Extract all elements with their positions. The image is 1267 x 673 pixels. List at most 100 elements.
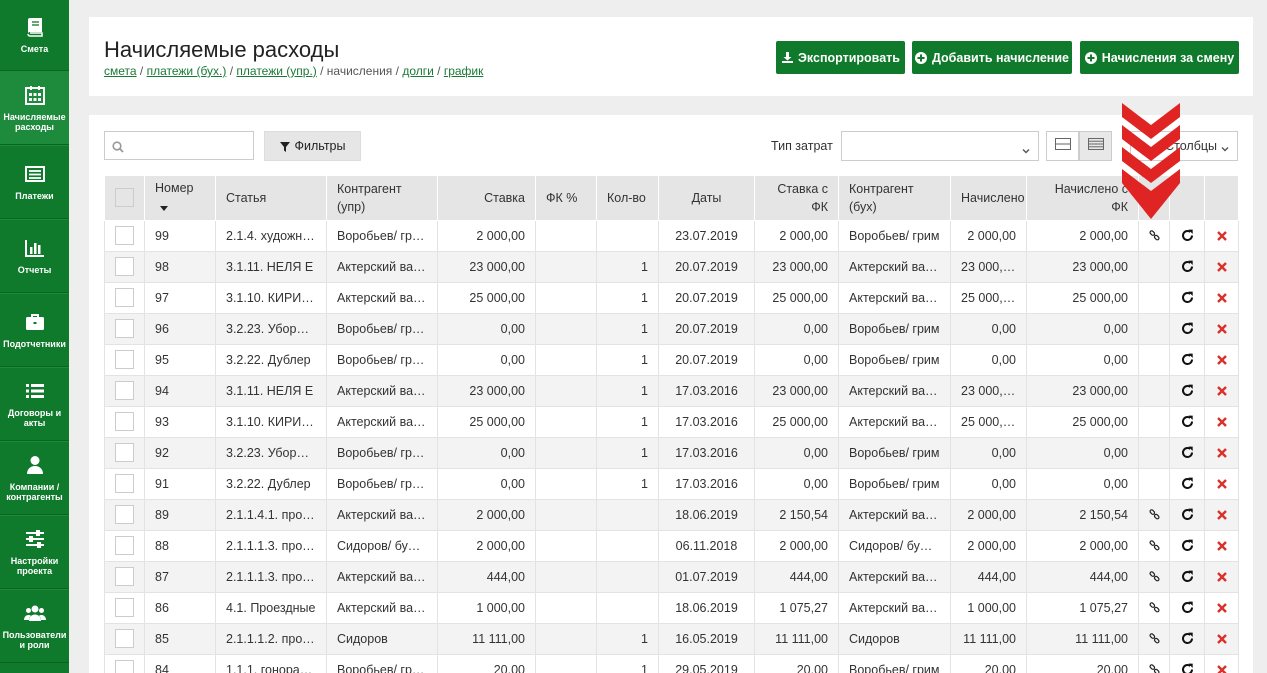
filters-button[interactable]: Фильтры xyxy=(264,131,361,161)
sidebar-item-payments[interactable]: Платежи xyxy=(0,145,69,219)
cost-type-select[interactable] xyxy=(841,131,1039,161)
delete-icon[interactable] xyxy=(1215,663,1229,673)
row-checkbox[interactable] xyxy=(115,660,134,673)
breadcrumb-link-payments-buh[interactable]: платежи (бух.) xyxy=(147,64,227,78)
table-row[interactable]: 91 3.2.22. Дублер Воробьев/ грим 0,00 1 17.03… xyxy=(104,467,1239,500)
header-fk[interactable]: ФК % xyxy=(535,176,597,221)
header-article[interactable]: Статья xyxy=(215,176,327,221)
row-checkbox[interactable] xyxy=(115,257,134,276)
table-row[interactable]: 86 4.1. Проездные Актерский вагон 1 000,00 1… xyxy=(104,591,1239,624)
export-button[interactable]: Экспортировать xyxy=(776,41,905,74)
table-row[interactable]: 92 3.2.23. Уборщица Воробьев/ грим 0,00 1 17.… xyxy=(104,436,1239,469)
header-dates[interactable]: Даты xyxy=(658,176,755,221)
dense-view-button[interactable] xyxy=(1079,131,1112,161)
refresh-icon[interactable] xyxy=(1180,539,1194,553)
delete-icon[interactable] xyxy=(1215,415,1229,429)
row-checkbox[interactable] xyxy=(115,412,134,431)
table-row[interactable]: 96 3.2.23. Уборщица Воробьев/ грим 0,00 1 20.… xyxy=(104,312,1239,345)
row-checkbox[interactable] xyxy=(115,505,134,524)
refresh-icon[interactable] xyxy=(1180,384,1194,398)
delete-icon[interactable] xyxy=(1215,601,1229,615)
row-checkbox[interactable] xyxy=(115,226,134,245)
refresh-icon[interactable] xyxy=(1180,570,1194,584)
link-icon[interactable] xyxy=(1147,229,1161,243)
link-icon[interactable] xyxy=(1147,539,1161,553)
sidebar-item-smeta[interactable]: Смета xyxy=(0,0,69,71)
table-row[interactable]: 872.1.1.1.3. проживаниеАктерский вагон44… xyxy=(104,560,1239,593)
header-accrued[interactable]: Начислено xyxy=(950,176,1027,221)
refresh-icon[interactable] xyxy=(1180,663,1194,673)
delete-icon[interactable] xyxy=(1215,446,1229,460)
row-checkbox[interactable] xyxy=(115,381,134,400)
refresh-icon[interactable] xyxy=(1180,601,1194,615)
table-row[interactable]: 892.1.1.4.1. проживаниеАктерский вагон2 … xyxy=(104,498,1239,531)
delete-icon[interactable] xyxy=(1215,353,1229,367)
row-checkbox[interactable] xyxy=(115,567,134,586)
table-row[interactable]: 98 3.1.11. НЕЛЯ Е Актерский вагон 23 000,00… xyxy=(104,250,1239,283)
row-checkbox[interactable] xyxy=(115,536,134,555)
delete-icon[interactable] xyxy=(1215,632,1229,646)
sidebar-item-users-roles[interactable]: Пользователи и роли xyxy=(0,589,69,663)
sidebar-item-accrued-costs[interactable]: Начисляемые расходы xyxy=(0,71,69,145)
link-icon[interactable] xyxy=(1147,570,1161,584)
delete-icon[interactable] xyxy=(1215,384,1229,398)
link-icon[interactable] xyxy=(1147,663,1161,673)
compact-view-button[interactable] xyxy=(1046,131,1079,161)
delete-icon[interactable] xyxy=(1215,260,1229,274)
table-row[interactable]: 992.1.4. художник по гримуВоробьев/ грим… xyxy=(104,219,1239,252)
header-num[interactable]: Номер xyxy=(144,176,216,221)
breadcrumb-link-smeta[interactable]: смета xyxy=(104,64,137,78)
delete-icon[interactable] xyxy=(1215,229,1229,243)
delete-icon[interactable] xyxy=(1215,570,1229,584)
header-qty[interactable]: Кол-во xyxy=(596,176,659,221)
header-rate[interactable]: Ставка xyxy=(437,176,536,221)
row-checkbox[interactable] xyxy=(115,350,134,369)
search-field[interactable] xyxy=(104,131,254,160)
breadcrumb-link-schedule[interactable]: график xyxy=(444,64,484,78)
delete-icon[interactable] xyxy=(1215,291,1229,305)
link-icon[interactable] xyxy=(1147,508,1161,522)
refresh-icon[interactable] xyxy=(1180,260,1194,274)
table-row[interactable]: 882.1.1.1.3. проживаниеСидоров/ буфет2 0… xyxy=(104,529,1239,562)
sidebar-item-reports[interactable]: Отчеты xyxy=(0,219,69,293)
row-checkbox[interactable] xyxy=(115,629,134,648)
table-row[interactable]: 97 3.1.10. КИРИЛЛ Актерский вагон 25 000,00… xyxy=(104,281,1239,314)
shift-accruals-button[interactable]: Начисления за смену xyxy=(1080,41,1239,74)
sidebar-item-contracts[interactable]: Договоры и акты xyxy=(0,367,69,441)
delete-icon[interactable] xyxy=(1215,322,1229,336)
delete-icon[interactable] xyxy=(1215,539,1229,553)
link-icon[interactable] xyxy=(1147,601,1161,615)
sidebar-item-project-settings[interactable]: Настройки проекта xyxy=(0,515,69,589)
sidebar-item-accountables[interactable]: Подотчетники xyxy=(0,293,69,367)
refresh-icon[interactable] xyxy=(1180,229,1194,243)
row-checkbox[interactable] xyxy=(115,288,134,307)
header-counterparty-buh[interactable]: Контрагент (бух) xyxy=(838,176,951,221)
header-rate-fk[interactable]: Ставка с ФК xyxy=(754,176,839,221)
refresh-icon[interactable] xyxy=(1180,446,1194,460)
refresh-icon[interactable] xyxy=(1180,291,1194,305)
select-all-checkbox[interactable] xyxy=(115,188,134,208)
sidebar-item-companies[interactable]: Компании / контрагенты xyxy=(0,441,69,515)
refresh-icon[interactable] xyxy=(1180,508,1194,522)
row-checkbox[interactable] xyxy=(115,598,134,617)
table-row[interactable]: 94 3.1.11. НЕЛЯ Е Актерский вагон 23 000,00… xyxy=(104,374,1239,407)
refresh-icon[interactable] xyxy=(1180,632,1194,646)
table-row[interactable]: 95 3.2.22. Дублер Воробьев/ грим 0,00 1 20.07… xyxy=(104,343,1239,376)
link-icon[interactable] xyxy=(1147,632,1161,646)
header-counterparty-upr[interactable]: Контрагент (упр) xyxy=(326,176,438,221)
delete-icon[interactable] xyxy=(1215,508,1229,522)
refresh-icon[interactable] xyxy=(1180,415,1194,429)
row-checkbox[interactable] xyxy=(115,474,134,493)
table-row[interactable]: 93 3.1.10. КИРИЛЛ Актерский вагон 25 000,00… xyxy=(104,405,1239,438)
refresh-icon[interactable] xyxy=(1180,353,1194,367)
refresh-icon[interactable] xyxy=(1180,477,1194,491)
row-checkbox[interactable] xyxy=(115,443,134,462)
row-checkbox[interactable] xyxy=(115,319,134,338)
add-accrual-button[interactable]: Добавить начисление xyxy=(912,41,1072,74)
table-row[interactable]: 852.1.1.1.2. проживаниеСидоров11 111,001… xyxy=(104,622,1239,655)
refresh-icon[interactable] xyxy=(1180,322,1194,336)
breadcrumb-link-payments-upr[interactable]: платежи (упр.) xyxy=(236,64,316,78)
breadcrumb-link-debts[interactable]: долги xyxy=(402,64,434,78)
delete-icon[interactable] xyxy=(1215,477,1229,491)
table-row[interactable]: 841.1.1. гонорар режиссераВоробьев/ грим… xyxy=(104,653,1239,673)
